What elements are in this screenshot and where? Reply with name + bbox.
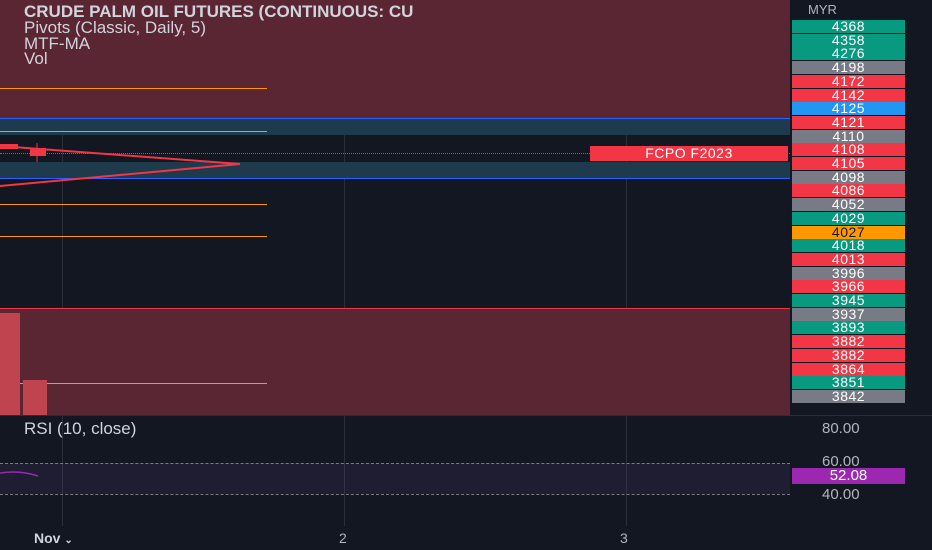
rsi-pane[interactable]: RSI (10, close) <box>0 416 790 526</box>
volume-bar <box>23 380 47 415</box>
indicator-vol[interactable]: Vol <box>24 50 48 67</box>
price-label: 3842 <box>792 389 905 403</box>
candle <box>0 144 18 149</box>
price-label: 4172 <box>792 74 905 88</box>
price-label: 4121 <box>792 115 905 129</box>
time-label-nov: Nov ⌄ <box>34 530 73 546</box>
time-label-3: 3 <box>620 530 628 546</box>
time-axis[interactable]: Nov ⌄ 2 3 <box>0 526 932 550</box>
price-axis[interactable]: MYR 4368 4358 4276 4198 4172 4142 4125 4121 4110… <box>790 0 932 415</box>
candle <box>30 148 46 156</box>
rsi-tick-80: 80.00 <box>822 420 860 437</box>
price-label: 4029 <box>792 211 905 225</box>
rsi-plot <box>0 471 39 477</box>
rsi-value-label: 52.08 <box>792 468 905 484</box>
chevron-down-icon: ⌄ <box>64 535 73 546</box>
price-label: 3882 <box>792 348 905 362</box>
time-label-nov-text: Nov <box>34 530 61 546</box>
symbol-label: FCPO F2023 <box>590 146 788 161</box>
time-label-2: 2 <box>339 530 347 546</box>
rsi-tick-40: 40.00 <box>822 486 860 503</box>
rsi-axis[interactable]: 80.00 60.00 52.08 40.00 <box>790 416 932 526</box>
currency-label: MYR <box>808 2 837 17</box>
rsi-line <box>0 471 39 477</box>
drawings-layer <box>0 143 241 415</box>
volume-bar <box>0 313 20 415</box>
price-label: 4013 <box>792 252 905 266</box>
price-chart-pane[interactable]: CRUDE PALM OIL FUTURES (CONTINUOUS: CU P… <box>0 0 790 415</box>
